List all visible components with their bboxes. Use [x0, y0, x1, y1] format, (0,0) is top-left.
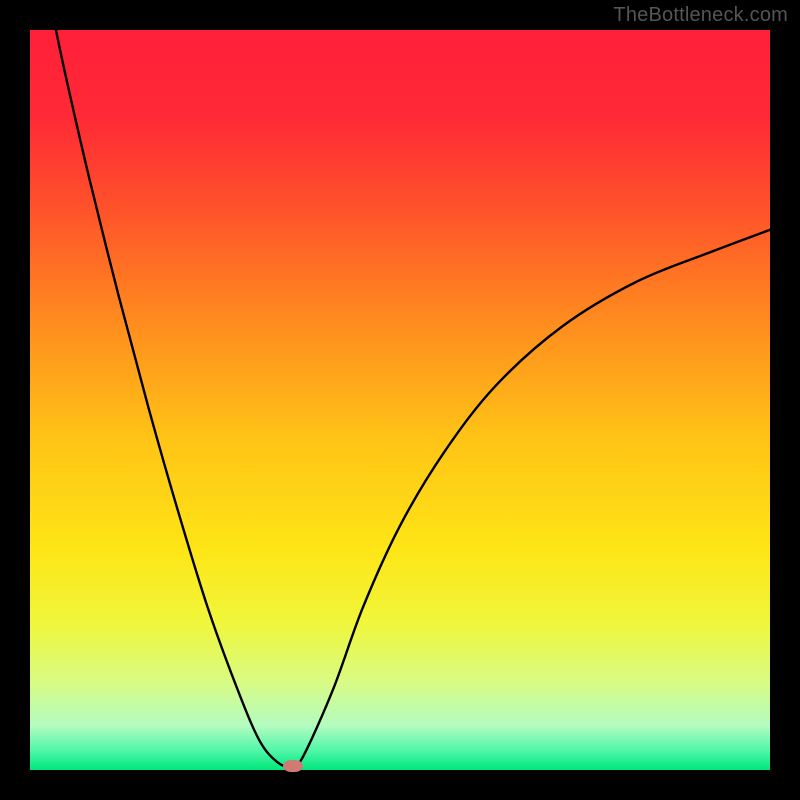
chart-plot [30, 30, 770, 770]
chart-container: TheBottleneck.com [0, 0, 800, 800]
plot-background [30, 30, 770, 770]
optimal-point-marker [283, 760, 303, 772]
watermark-text: TheBottleneck.com [613, 4, 788, 27]
